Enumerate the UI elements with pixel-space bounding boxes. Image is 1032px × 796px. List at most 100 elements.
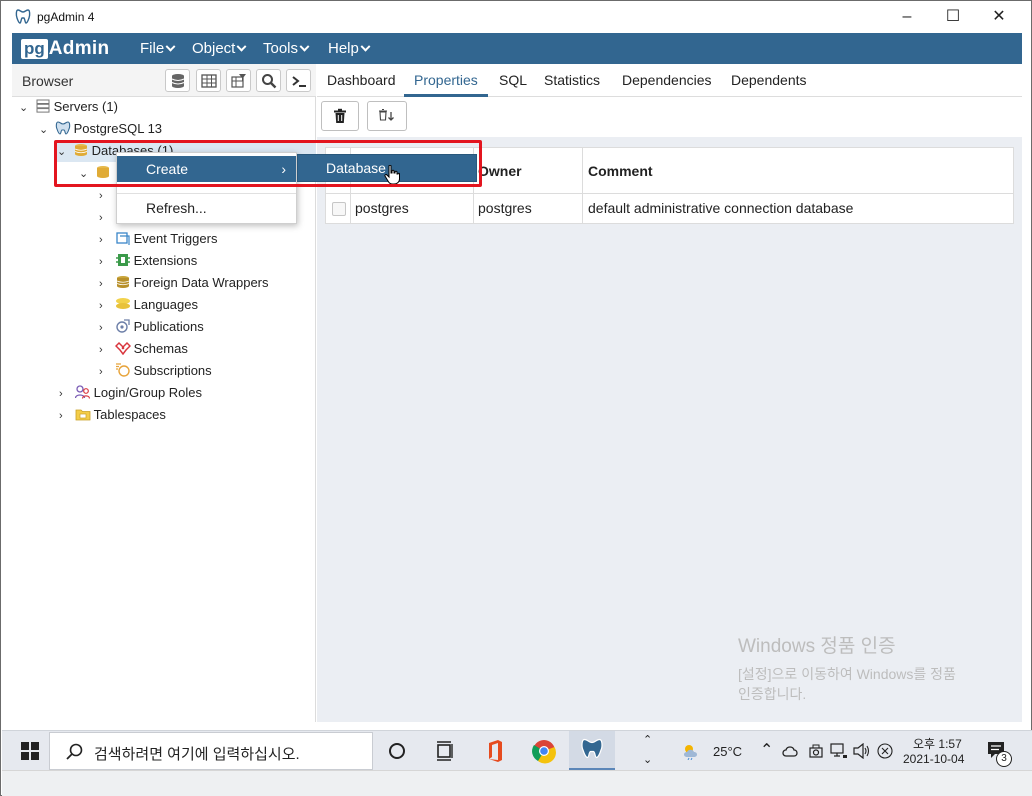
chevron-right-icon[interactable]: › [99,317,111,339]
tab-bar: Dashboard Properties SQL Statistics Depe… [317,64,1022,97]
tree-item-languages[interactable]: › Languages [99,294,198,316]
servers-icon [36,99,50,113]
tree-item-collapsed[interactable]: › [99,206,111,228]
refresh-label: Refresh... [146,200,207,216]
chevron-down-icon[interactable]: ⌄ [19,97,31,119]
tab-dependents[interactable]: Dependents [731,72,807,88]
watermark-line2: 인증합니다. [738,686,807,702]
tree-item-extensions[interactable]: › Extensions [99,250,197,272]
browser-label: Browser [22,73,74,89]
ime-disabled-icon[interactable] [877,743,893,759]
taskbar-search-box[interactable]: 검색하려면 여기에 입력하십시오. [49,732,373,770]
tab-sql[interactable]: SQL [499,72,527,88]
chevron-right-icon[interactable]: › [99,251,111,273]
chevron-right-icon[interactable]: › [99,207,111,229]
volume-icon[interactable] [853,743,871,759]
tree-item-tablespaces[interactable]: › Tablespaces [59,404,166,426]
tab-dashboard[interactable]: Dashboard [327,72,396,88]
onedrive-cloud-icon[interactable] [782,744,800,758]
tree-item-label: Servers (1) [53,99,118,114]
chevron-right-icon[interactable]: › [59,383,71,405]
menu-help[interactable]: Help [328,40,371,57]
clock-date[interactable]: 2021-10-04 [903,752,964,766]
task-view-icon[interactable] [383,737,411,765]
tree-item-collapsed[interactable]: › [99,184,111,206]
windows-start-icon[interactable] [21,742,39,760]
view-data-button[interactable] [196,69,221,92]
schemas-icon [114,341,131,355]
context-menu-refresh[interactable]: Refresh... [117,195,296,221]
office-icon[interactable] [481,737,509,765]
tree-item-event-triggers[interactable]: › Event Triggers [99,228,217,250]
browser-header: Browser [12,64,316,97]
event-triggers-icon [115,232,130,245]
tree-item-label: Tablespaces [93,407,166,422]
search-placeholder: 검색하려면 여기에 입력하십시오. [94,746,300,763]
chevron-down-icon [236,41,247,52]
chevron-up-icon[interactable]: ⌃ [760,740,773,760]
object-explorer-button[interactable] [165,69,190,92]
chevron-down-icon [299,41,310,52]
filtered-rows-button[interactable] [226,69,251,92]
row-select-checkbox[interactable] [332,202,346,216]
chevron-down-icon [165,41,176,52]
menu-object-label: Object [192,40,236,57]
tree-item-label: Schemas [133,341,188,356]
terminal-icon [292,76,306,87]
chevron-right-icon[interactable]: › [99,339,111,361]
cell-name: postgres [355,200,409,216]
clock-time[interactable]: 오후 1:57 [913,735,962,752]
chevron-right-icon[interactable]: › [99,185,111,207]
tree-item-postgresql[interactable]: ⌄ PostgreSQL 13 [39,118,162,140]
pgadmin-elephant-icon [15,9,31,24]
tab-dependencies[interactable]: Dependencies [622,72,712,88]
close-button[interactable]: ✕ [976,1,1022,33]
menu-file[interactable]: File [140,40,176,57]
psql-tool-button[interactable] [286,69,311,92]
pgadmin-taskbar-button[interactable] [569,731,615,771]
pgadmin-logo: pg Admin [21,38,109,59]
menu-object[interactable]: Object [192,40,247,57]
chevron-right-icon[interactable]: › [99,295,111,317]
delete-button[interactable] [321,101,359,131]
watermark-line1: [설정]으로 이동하여 Windows를 정품 [738,666,956,682]
cell-comment: default administrative connection databa… [588,200,854,216]
weather-temperature[interactable]: 25°C [713,744,742,759]
chevron-right-icon[interactable]: › [99,229,111,251]
column-header-owner[interactable]: Owner [478,163,522,179]
timeline-icon[interactable] [431,737,459,765]
search-icon [66,743,83,760]
weather-icon[interactable] [681,742,703,760]
menu-tools[interactable]: Tools [263,40,310,57]
database-stack-icon [171,74,185,88]
chevron-up-icon[interactable]: ⌃ [643,733,652,746]
tree-item-subscriptions[interactable]: › Subscriptions [99,360,212,382]
camera-icon[interactable] [808,743,824,759]
tree-item-schemas[interactable]: › Schemas [99,338,188,360]
search-objects-button[interactable] [256,69,281,92]
chevron-right-icon[interactable]: › [99,361,111,383]
tree-item-foreign-data-wrappers[interactable]: › Foreign Data Wrappers [99,272,269,294]
windows-taskbar: 검색하려면 여기에 입력하십시오. ⌃ ⌄ 25°C ⌃ 오후 1:57 202… [2,730,1032,771]
chrome-icon[interactable] [530,737,558,765]
tree-item-label: Login/Group Roles [93,385,203,400]
network-icon[interactable] [830,743,848,759]
tree-item-servers[interactable]: ⌄ Servers (1) [19,96,118,118]
maximize-button[interactable]: ☐ [930,1,976,33]
drop-cascade-button[interactable] [367,101,407,131]
table-grid-icon [201,74,217,88]
minimize-button[interactable]: – [884,1,930,33]
postgres-elephant-icon [581,738,603,759]
tree-item-publications[interactable]: › Publications [99,316,204,338]
menu-file-label: File [140,40,165,57]
chevron-right-icon[interactable]: › [99,273,111,295]
tree-item-label: Publications [133,319,204,334]
tab-statistics[interactable]: Statistics [544,72,600,88]
tab-properties[interactable]: Properties [414,72,478,88]
chevron-down-icon[interactable]: ⌄ [39,119,51,141]
column-header-comment[interactable]: Comment [588,163,653,179]
chevron-right-icon[interactable]: › [59,405,71,427]
tree-item-login-roles[interactable]: › Login/Group Roles [59,382,202,404]
chevron-down-icon[interactable]: ⌄ [643,753,652,766]
tree-item-label: Subscriptions [133,363,212,378]
